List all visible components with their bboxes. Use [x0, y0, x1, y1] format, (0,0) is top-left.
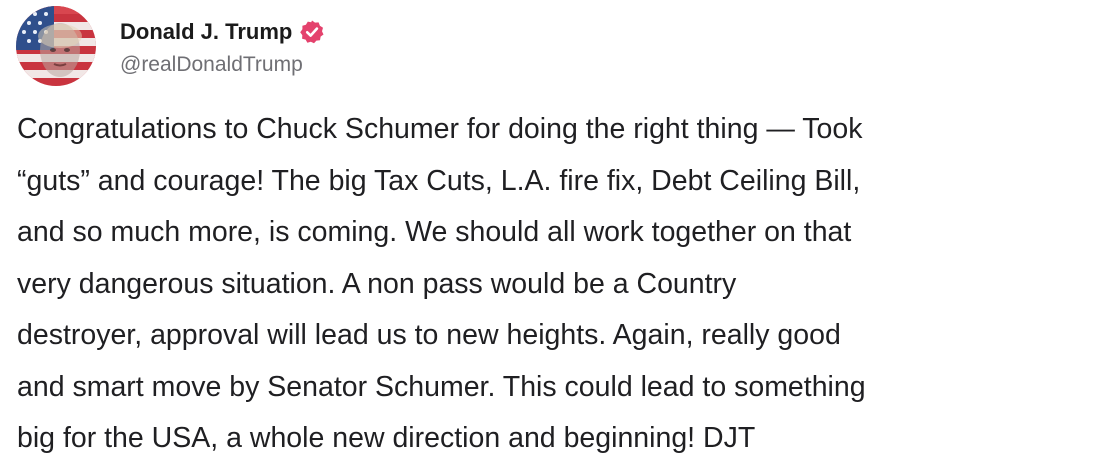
post-header: Donald J. Trump @realDonaldTrump	[16, 6, 325, 86]
avatar[interactable]	[16, 6, 96, 86]
post-line: and smart move by Senator Schumer. This …	[17, 370, 866, 403]
verified-badge-icon	[299, 19, 325, 45]
post-body: Congratulations to Chuck Schumer for doi…	[17, 104, 1097, 465]
name-row: Donald J. Trump	[120, 15, 325, 49]
author-names: Donald J. Trump @realDonaldTrump	[120, 6, 325, 86]
profile-avatar-flag-icon	[16, 6, 96, 86]
post-line: Congratulations to Chuck Schumer for doi…	[17, 113, 863, 145]
post-line: destroyer, approval will lead us to new …	[17, 319, 841, 351]
post-line: big for the USA, a whole new direction a…	[17, 422, 756, 454]
post-line: very dangerous situation. A non pass wou…	[17, 267, 737, 300]
post-line: and so much more, is coming. We should a…	[17, 216, 852, 248]
author-handle[interactable]: @realDonaldTrump	[120, 53, 325, 77]
post-line: “guts” and courage! The big Tax Cuts, L.…	[17, 164, 861, 197]
author-display-name[interactable]: Donald J. Trump	[120, 19, 292, 45]
post-card: Donald J. Trump @realDonaldTrump Congrat…	[0, 0, 1106, 469]
